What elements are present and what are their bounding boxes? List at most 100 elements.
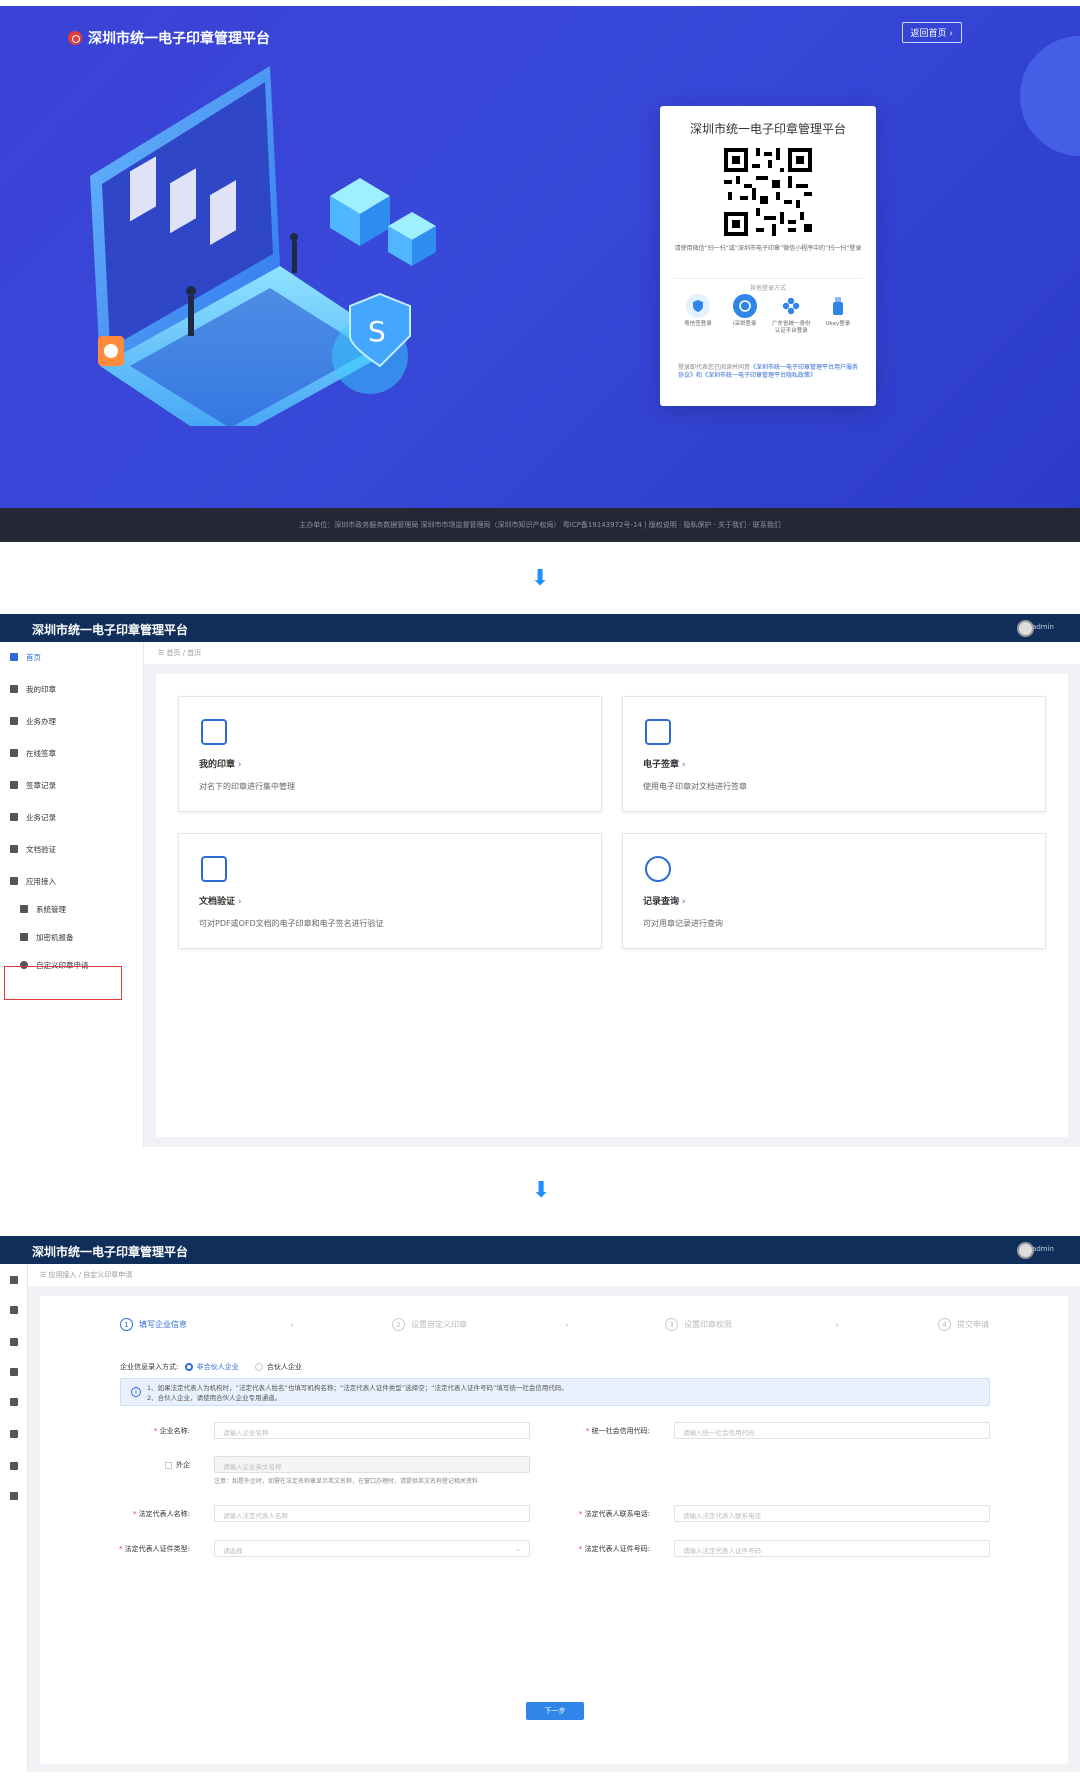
stepper: 1 填写企业信息 › 2 设置自定义印章 › 3 设置印章权限 › 4 提交申请 [120, 1318, 1000, 1338]
gear-icon[interactable] [10, 1492, 18, 1500]
entry-mode-label: 企业信息录入方式: [120, 1363, 179, 1371]
home-content: 我的印章 对名下的印章进行集中管理 电子签章 使用电子印章对文档进行签章 文档验… [156, 674, 1068, 1137]
login-card: 深圳市统一电子印章管理平台 请使用微信“扫一扫”或“深圳市电子印章”微信小程序中… [660, 106, 876, 406]
brand-header: 深圳市统一电子印章管理平台 [68, 28, 270, 48]
sidebar-item-label: 首页 [26, 652, 41, 662]
sidebar-item-label: 签章记录 [26, 780, 56, 790]
back-home-button[interactable]: 返回首页 › [901, 22, 962, 43]
qr-code[interactable] [724, 148, 812, 236]
radio-label: 非合伙人企业 [196, 1363, 239, 1371]
foreign-name-input[interactable]: 请输入企业英文名称 [214, 1456, 530, 1473]
login-method-label: i深圳登录 [732, 321, 757, 327]
rep-name-label: * 法定代表人名称: [132, 1510, 190, 1518]
breadcrumb: ☰ 应用接入 / 自定义印章申请 [28, 1264, 1080, 1286]
top-navbar: 深圳市统一电子印章管理平台 admin [0, 614, 1080, 642]
app-title: 深圳市统一电子印章管理平台 [32, 623, 189, 637]
document-edit-icon[interactable] [10, 1338, 18, 1346]
verify-icon[interactable] [10, 1462, 18, 1470]
credit-code-label: * 统一社会信用代码: [585, 1427, 650, 1435]
sidebar-item-sign-records[interactable]: 签章记录 [10, 778, 56, 792]
select-value: 请选择 [223, 1547, 243, 1555]
card-my-seals[interactable]: 我的印章 对名下的印章进行集中管理 [178, 696, 602, 812]
info-notice: i 1、如果法定代表人为机构时，“法定代表人姓名”也填写机构名称；“法定代表人证… [120, 1378, 990, 1406]
scan-hint: 请使用微信“扫一扫”或“深圳市电子印章”微信小程序中的“扫一扫”登录 [674, 245, 862, 252]
step-2: 2 设置自定义印章 [392, 1318, 467, 1331]
card-doc-verify[interactable]: 文档验证 可对PDF或OFD文档的电子印章和电子签名进行验证 [178, 833, 602, 949]
home-icon[interactable] [10, 1276, 18, 1284]
records-icon [10, 781, 18, 789]
sidebar-item-system-mgmt[interactable]: 系统管理 [20, 902, 66, 916]
shield-icon [686, 294, 710, 318]
next-button[interactable]: 下一步 [526, 1702, 584, 1720]
credit-code-input[interactable]: 请输入统一社会信用代码 [674, 1422, 990, 1439]
users-icon [20, 905, 28, 913]
brand-title: 深圳市统一电子印章管理平台 [88, 31, 270, 47]
step-1: 1 填写企业信息 [120, 1318, 187, 1331]
radio-non-partner[interactable] [184, 1363, 193, 1371]
seal-doc-icon [201, 719, 227, 745]
login-method-ukey[interactable]: Ukey登录 [818, 294, 858, 335]
chevron-right-icon: › [290, 1320, 294, 1331]
card-e-sign[interactable]: 电子签章 使用电子印章对文档进行签章 [622, 696, 1046, 812]
foreign-label: 外企 [176, 1461, 190, 1469]
sidebar-item-my-seals[interactable]: 我的印章 [10, 682, 56, 696]
id-no-input[interactable]: 请输入法定代表人证件号码 [674, 1540, 990, 1557]
document-edit-icon [10, 717, 18, 725]
custom-seal-form-screen: 深圳市统一电子印章管理平台 admin ☰ 应用接入 / 自定义印章申请 1 填写… [0, 1236, 1080, 1772]
radio-partner[interactable] [254, 1363, 263, 1371]
login-method-ishenzhen[interactable]: i深圳登录 [725, 294, 765, 335]
card-record-query[interactable]: 记录查询 可对用章记录进行查询 [622, 833, 1046, 949]
file-icon[interactable] [10, 1430, 18, 1438]
sidebar-item-online-sign[interactable]: 在线签章 [10, 746, 56, 760]
id-no-label: * 法定代表人证件号码: [578, 1545, 650, 1553]
login-methods: 粤信签登录 i深圳登录 广东省统一身份认证平台登录 Ukey登录 [678, 294, 858, 335]
doc-verify-icon [201, 856, 227, 882]
verify-icon [10, 845, 18, 853]
login-method-guangdong[interactable]: 广东省统一身份认证平台登录 [771, 294, 811, 335]
info-line: 1、如果法定代表人为机构时，“法定代表人姓名”也填写机构名称；“法定代表人证件类… [147, 1384, 568, 1392]
card-title: 文档验证 [199, 894, 241, 907]
step-4: 4 提交申请 [938, 1318, 989, 1331]
sidebar-item-doc-verify[interactable]: 文档验证 [10, 842, 56, 856]
step-3: 3 设置印章权限 [665, 1318, 732, 1331]
seal-icon[interactable] [10, 1306, 18, 1314]
login-card-title: 深圳市统一电子印章管理平台 [689, 122, 846, 136]
home-icon [10, 653, 18, 661]
company-name-input[interactable]: 请输入企业名称 [214, 1422, 530, 1439]
card-desc: 对名下的印章进行集中管理 [199, 782, 295, 791]
sidebar-item-business-records[interactable]: 业务记录 [10, 810, 56, 824]
sidebar-item-label: 在线签章 [26, 748, 56, 758]
rep-phone-input[interactable]: 请输入法定代表人联系电话 [674, 1505, 990, 1522]
records-icon[interactable] [10, 1398, 18, 1406]
gear-icon [10, 877, 18, 885]
foreign-note: 注意：如是外企时，如需在法定名称章显示英文名称，在窗口办理时，请提供英文名称登记… [214, 1478, 479, 1485]
ishenzhen-icon [732, 294, 757, 318]
user-name[interactable]: admin [1032, 623, 1054, 631]
sidebar-item-label: 加密机报备 [36, 932, 74, 942]
card-desc: 可对用章记录进行查询 [643, 919, 723, 928]
user-name[interactable]: admin [1032, 1245, 1054, 1253]
login-method-label: Ukey登录 [825, 321, 851, 327]
laptop-illustration: S [90, 66, 436, 426]
sidebar-item-app-access[interactable]: 应用接入 [10, 874, 56, 888]
sidebar-item-label: 文档验证 [26, 844, 56, 854]
stamp-icon[interactable] [10, 1368, 18, 1376]
sidebar-item-label: 应用接入 [26, 876, 56, 886]
usb-key-icon [826, 294, 850, 318]
collapsed-sidebar [0, 1264, 28, 1772]
sidebar-item-business[interactable]: 业务办理 [10, 714, 56, 728]
sidebar-item-label: 业务办理 [26, 716, 56, 726]
sidebar-item-home[interactable]: 首页 [10, 650, 41, 664]
step-number: 4 [938, 1318, 951, 1331]
stamp-icon [10, 749, 18, 757]
chevron-right-icon: › [835, 1320, 839, 1331]
top-navbar: 深圳市统一电子印章管理平台 admin [0, 1236, 1080, 1264]
login-method-yuexinqian[interactable]: 粤信签登录 [678, 294, 718, 335]
rep-name-input[interactable]: 请输入法定代表人名称 [214, 1505, 530, 1522]
foreign-checkbox[interactable] [165, 1461, 172, 1469]
id-type-select[interactable]: 请选择 ⌄ [214, 1540, 530, 1557]
sidebar-item-encryptor-report[interactable]: 加密机报备 [20, 930, 74, 944]
login-footer: 主办单位：深圳市政务服务数据管理局 深圳市市场监督管理局（深圳市知识产权局） 粤… [0, 508, 1080, 542]
chevron-right-icon: › [565, 1320, 569, 1331]
card-desc: 使用电子印章对文档进行签章 [643, 782, 747, 791]
